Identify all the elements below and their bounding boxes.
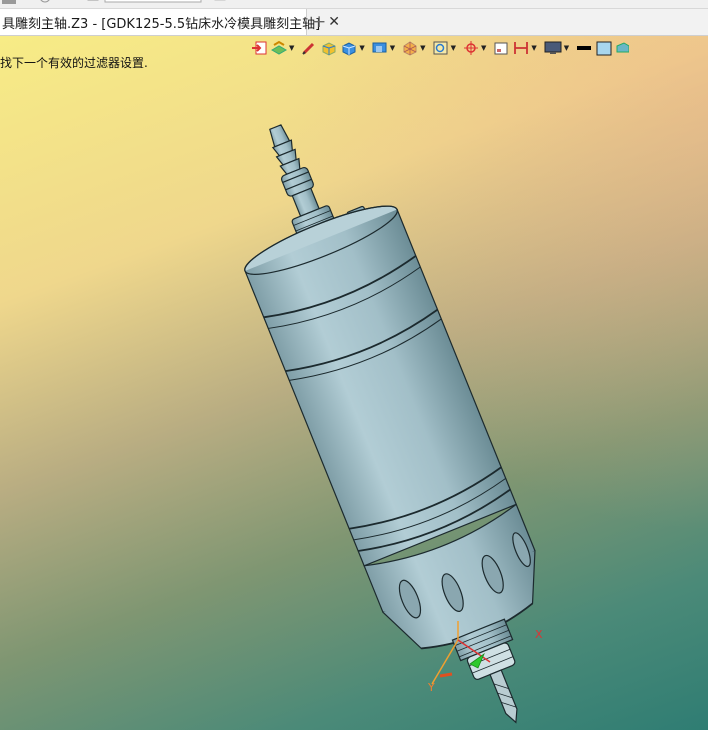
- view-toolbar: ▼ ▼ ▼ ▼ ▼ ▼ ▼ ▼: [250, 38, 630, 58]
- document-tab-bar: 具雕刻主轴.Z3 - [GDK125-5.5钻床水冷模具雕刻主轴] ✕ +: [0, 9, 708, 36]
- svg-text:X: X: [535, 628, 543, 641]
- target-icon[interactable]: ▼: [462, 39, 490, 57]
- 3d-viewport[interactable]: ▼ ▼ ▼ ▼ ▼ ▼ ▼ ▼ 找下一个有效的过滤器设置. Y X: [0, 36, 708, 730]
- title-bar-strip: [0, 0, 708, 9]
- pen-icon[interactable]: [300, 39, 318, 57]
- dimension-icon[interactable]: ▼: [512, 39, 540, 57]
- wireframe-icon[interactable]: ▼: [401, 39, 429, 57]
- document-tab-title: 具雕刻主轴.Z3 - [GDK125-5.5钻床水冷模具雕刻主轴]: [2, 16, 321, 32]
- zoom-fit-icon[interactable]: ▼: [432, 39, 460, 57]
- line-color-icon[interactable]: [575, 39, 593, 57]
- layer-icon[interactable]: ▼: [270, 39, 298, 57]
- svg-text:Y: Y: [427, 681, 435, 694]
- fill-color-icon[interactable]: [595, 39, 613, 57]
- cutting-tool: [489, 669, 518, 724]
- document-tab[interactable]: 具雕刻主轴.Z3 - [GDK125-5.5钻床水冷模具雕刻主轴] ✕: [0, 9, 340, 35]
- status-message: 找下一个有效的过滤器设置.: [0, 56, 148, 70]
- add-tab-icon[interactable]: +: [312, 12, 326, 32]
- cube-view-icon[interactable]: ▼: [340, 39, 368, 57]
- spindle-model[interactable]: Y X: [0, 36, 708, 730]
- quick-access-icons[interactable]: [0, 0, 260, 6]
- spindle-body: [244, 205, 518, 567]
- display-mode-icon[interactable]: ▼: [371, 39, 399, 57]
- frame-icon[interactable]: [492, 39, 510, 57]
- monitor-icon[interactable]: ▼: [543, 39, 573, 57]
- exit-sketch-icon[interactable]: [250, 39, 268, 57]
- more-icon[interactable]: [615, 39, 630, 57]
- close-tab-icon[interactable]: ✕: [328, 14, 340, 30]
- shaded-solid-icon[interactable]: [320, 39, 338, 57]
